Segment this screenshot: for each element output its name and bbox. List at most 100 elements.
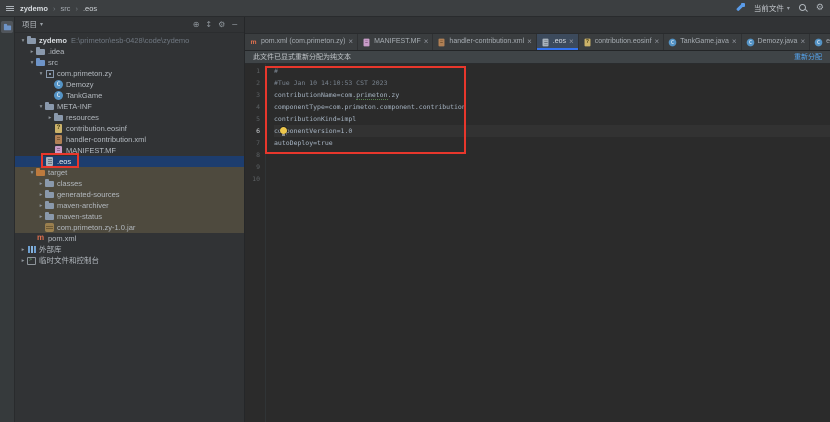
- editor-content[interactable]: ##Tue Jan 10 14:10:53 CST 2023contributi…: [266, 64, 830, 422]
- tree-item-manifest-mf[interactable]: MANIFEST.MF: [15, 145, 244, 156]
- tree-item-demozy[interactable]: Demozy: [15, 79, 244, 90]
- banner-action-link[interactable]: 重新分配: [794, 52, 822, 62]
- folder-icon: [45, 201, 54, 210]
- tab-handler-contribution-xml[interactable]: handler-contribution.xml×: [433, 34, 536, 50]
- code-line[interactable]: componentType=com.primeton.component.con…: [274, 101, 830, 113]
- tree-item-label: maven-status: [57, 211, 102, 222]
- breadcrumb-file[interactable]: .eos: [70, 4, 97, 13]
- tree-item-tankgame[interactable]: TankGame: [15, 90, 244, 101]
- tab-label: Demozy.java: [758, 34, 798, 50]
- tab-excep[interactable]: excep...×: [810, 34, 830, 50]
- code-line[interactable]: #Tue Jan 10 14:10:53 CST 2023: [274, 77, 830, 89]
- breadcrumb-src[interactable]: src: [48, 4, 71, 13]
- breadcrumb-project[interactable]: zydemo: [20, 4, 48, 13]
- tree-item-contribution-eosinf[interactable]: contribution.eosinf: [15, 123, 244, 134]
- tree-item-handler-contribution-xml[interactable]: handler-contribution.xml: [15, 134, 244, 145]
- chevron-down-icon[interactable]: ▾: [37, 71, 45, 77]
- chevron-right-icon[interactable]: ▸: [19, 247, 27, 253]
- class-icon: [54, 91, 63, 100]
- tab-close-icon[interactable]: ×: [732, 38, 737, 46]
- build-hammer-icon[interactable]: [736, 3, 746, 13]
- code-line[interactable]: componentVersion=1.0: [274, 125, 830, 137]
- console-icon: [27, 256, 36, 265]
- chevron-down-icon[interactable]: ▾: [28, 60, 36, 66]
- tree-item-com-primeton-zy[interactable]: ▾com.primeton.zy: [15, 68, 244, 79]
- tree-item-zydemo[interactable]: ▾zydemoE:\primeton\esb-0428\code\zydemo: [15, 35, 244, 46]
- tree-item-pom-xml[interactable]: pom.xml: [15, 233, 244, 244]
- chevron-down-icon[interactable]: ▾: [28, 170, 36, 176]
- tab-demozy-java[interactable]: Demozy.java×: [742, 34, 811, 50]
- tab-close-icon[interactable]: ×: [348, 38, 353, 46]
- tree-item-外部库[interactable]: ▸外部库: [15, 244, 244, 255]
- code-editor[interactable]: 12345678910 ##Tue Jan 10 14:10:53 CST 20…: [245, 64, 830, 422]
- tab-close-icon[interactable]: ×: [800, 38, 805, 46]
- tab-contribution-eosinf[interactable]: contribution.eosinf×: [579, 34, 665, 50]
- tab-eos[interactable]: .eos×: [537, 34, 579, 50]
- tab-pom-xml-com-primeton-zy[interactable]: pom.xml (com.primeton.zy)×: [245, 34, 358, 50]
- search-everywhere-icon[interactable]: [798, 3, 808, 13]
- settings-gear-icon[interactable]: ⚙: [816, 3, 824, 13]
- tree-item-label: pom.xml: [48, 233, 76, 244]
- tab-close-icon[interactable]: ×: [655, 38, 660, 46]
- tab-manifest-mf[interactable]: MANIFEST.MF×: [358, 34, 433, 50]
- expand-collapse-icon[interactable]: ↕: [205, 20, 212, 29]
- locate-icon[interactable]: ⊕: [193, 20, 200, 29]
- tab-label: pom.xml (com.primeton.zy): [261, 34, 345, 50]
- tab-tankgame-java[interactable]: TankGame.java×: [664, 34, 741, 50]
- chevron-right-icon[interactable]: ▸: [37, 203, 45, 209]
- tree-item-resources[interactable]: ▸resources: [15, 112, 244, 123]
- tree-item-label: contribution.eosinf: [66, 123, 127, 134]
- tree-item-maven-status[interactable]: ▸ maven-status: [15, 211, 244, 222]
- code-line[interactable]: [274, 161, 830, 173]
- tree-item-generated-sources[interactable]: ▸generated-sources: [15, 189, 244, 200]
- tree-item-meta-inf[interactable]: ▾META-INF: [15, 101, 244, 112]
- tree-item-classes[interactable]: ▸ classes: [15, 178, 244, 189]
- chevron-right-icon[interactable]: ▸: [37, 181, 45, 187]
- chevron-right-icon[interactable]: ▸: [28, 49, 36, 55]
- chevron-right-icon[interactable]: ▸: [46, 115, 54, 121]
- tree-item-src[interactable]: ▾ src: [15, 57, 244, 68]
- chevron-right-icon[interactable]: ▸: [37, 192, 45, 198]
- tab-close-icon[interactable]: ×: [424, 38, 429, 46]
- run-configuration-label: 当前文件: [754, 3, 784, 14]
- class-icon: [669, 38, 677, 46]
- tree-item-com-primeton-zy-1-0-jar[interactable]: com.primeton.zy-1.0.jar: [15, 222, 244, 233]
- tree-item-eos[interactable]: .eos: [15, 156, 244, 167]
- tab-label: contribution.eosinf: [595, 34, 652, 50]
- settings-icon[interactable]: ⚙: [218, 20, 225, 29]
- intention-bulb-icon[interactable]: [280, 127, 287, 134]
- tree-item-idea[interactable]: ▸.idea: [15, 46, 244, 57]
- folder-icon: [45, 212, 54, 221]
- tab-label: handler-contribution.xml: [449, 34, 524, 50]
- chevron-right-icon[interactable]: ▸: [37, 214, 45, 220]
- tab-close-icon[interactable]: ×: [527, 38, 532, 46]
- file-question-icon: [54, 124, 63, 133]
- tree-item-maven-archiver[interactable]: ▸maven-archiver: [15, 200, 244, 211]
- project-panel-title[interactable]: 项目 ▾: [22, 19, 43, 30]
- line-number: 9: [245, 161, 260, 173]
- editor-area: pom.xml (com.primeton.zy)×MANIFEST.MF×ha…: [245, 17, 830, 422]
- chevron-right-icon[interactable]: ▸: [19, 258, 27, 264]
- code-line[interactable]: [274, 173, 830, 185]
- main-menu-icon[interactable]: [6, 5, 14, 12]
- tab-label: excep...: [826, 34, 830, 50]
- code-line[interactable]: #: [274, 65, 830, 77]
- chevron-down-icon[interactable]: ▾: [19, 38, 27, 44]
- code-line[interactable]: autoDeploy=true: [274, 137, 830, 149]
- code-line[interactable]: [274, 149, 830, 161]
- tab-close-icon[interactable]: ×: [569, 38, 574, 46]
- file-maven-icon: [250, 38, 258, 46]
- file-jar-icon: [45, 223, 54, 232]
- chevron-down-icon[interactable]: ▾: [37, 104, 45, 110]
- file-manifest-icon: [54, 146, 63, 155]
- file-xml-icon: [54, 135, 63, 144]
- project-tool-window-button[interactable]: [1, 21, 13, 33]
- tree-item-临时文件和控制台[interactable]: ▸临时文件和控制台: [15, 255, 244, 266]
- tree-item-label: classes: [57, 178, 82, 189]
- hide-panel-icon[interactable]: −: [231, 20, 238, 29]
- code-line[interactable]: contributionKind=impl: [274, 113, 830, 125]
- tree-item-target[interactable]: ▾target: [15, 167, 244, 178]
- tree-item-label: src: [48, 57, 58, 68]
- run-configuration-dropdown[interactable]: 当前文件 ▾: [754, 3, 790, 14]
- code-line[interactable]: contributionName=com.primeton.zy: [274, 89, 830, 101]
